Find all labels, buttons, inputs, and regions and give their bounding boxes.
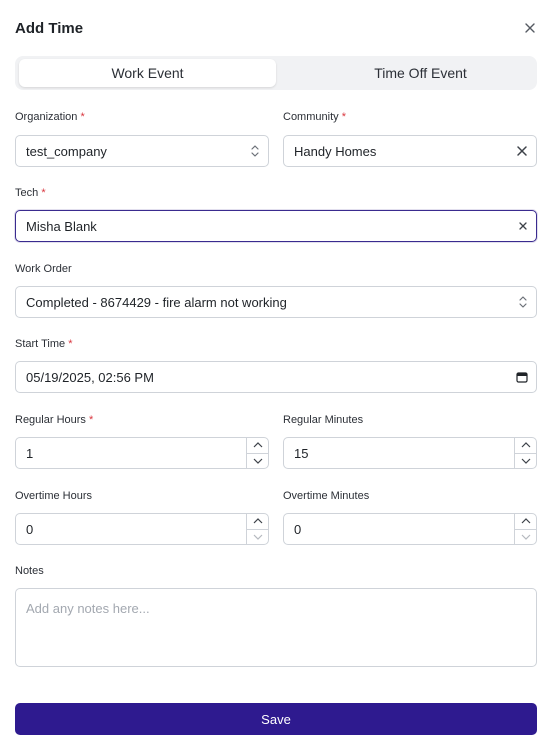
tab-time-off-event[interactable]: Time Off Event xyxy=(292,59,549,87)
chevron-down-icon xyxy=(253,458,262,464)
notes-label: Notes xyxy=(15,565,44,577)
regular-minutes-value: 15 xyxy=(294,445,309,461)
chevron-up-icon xyxy=(253,518,262,524)
tab-work-event[interactable]: Work Event xyxy=(19,59,276,87)
regular-minutes-stepper xyxy=(514,438,536,468)
work-order-value: Completed - 8674429 - fire alarm not wor… xyxy=(26,294,287,310)
chevron-up-icon xyxy=(253,442,262,448)
chevron-up-icon xyxy=(521,442,530,448)
tech-select[interactable]: Misha Blank xyxy=(15,210,537,242)
save-button[interactable]: Save xyxy=(15,703,537,735)
tech-value: Misha Blank xyxy=(26,218,97,234)
overtime-minutes-stepper xyxy=(514,514,536,544)
start-time-input[interactable]: 05/19/2025, 02:56 PM xyxy=(15,361,537,393)
dialog-title: Add Time xyxy=(15,20,84,37)
increment-button[interactable] xyxy=(515,514,536,529)
organization-select[interactable]: test_company xyxy=(15,135,269,167)
regular-minutes-label: Regular Minutes xyxy=(283,414,364,426)
overtime-minutes-value: 0 xyxy=(294,521,302,537)
community-label: Community * xyxy=(283,111,346,123)
clear-icon[interactable] xyxy=(516,145,528,157)
overtime-minutes-label: Overtime Minutes xyxy=(283,490,370,502)
organization-value: test_company xyxy=(26,143,107,159)
calendar-icon[interactable] xyxy=(516,371,528,383)
start-time-label: Start Time * xyxy=(15,338,73,350)
chevron-down-icon xyxy=(521,534,530,540)
event-type-tabs: Work Event Time Off Event xyxy=(15,56,537,90)
decrement-button[interactable] xyxy=(515,528,536,545)
overtime-hours-label: Overtime Hours xyxy=(15,490,93,502)
regular-minutes-input[interactable]: 15 xyxy=(283,437,537,469)
increment-button[interactable] xyxy=(247,514,268,529)
start-time-value: 05/19/2025, 02:56 PM xyxy=(26,369,154,385)
clear-icon[interactable] xyxy=(518,221,528,231)
close-icon[interactable] xyxy=(523,21,537,35)
work-order-select[interactable]: Completed - 8674429 - fire alarm not wor… xyxy=(15,286,537,318)
organization-label: Organization * xyxy=(15,111,85,123)
decrement-button[interactable] xyxy=(247,452,268,469)
chevron-up-icon xyxy=(521,518,530,524)
decrement-button[interactable] xyxy=(515,452,536,469)
overtime-minutes-input[interactable]: 0 xyxy=(283,513,537,545)
increment-button[interactable] xyxy=(515,438,536,453)
decrement-button[interactable] xyxy=(247,528,268,545)
chevron-down-icon xyxy=(253,534,262,540)
regular-hours-stepper xyxy=(246,438,268,468)
chevron-up-down-icon xyxy=(518,295,528,309)
overtime-hours-value: 0 xyxy=(26,521,34,537)
overtime-hours-stepper xyxy=(246,514,268,544)
regular-hours-label: Regular Hours * xyxy=(15,414,94,426)
tech-label: Tech * xyxy=(15,187,46,199)
overtime-hours-input[interactable]: 0 xyxy=(15,513,269,545)
notes-textarea[interactable] xyxy=(15,588,537,667)
community-value: Handy Homes xyxy=(294,143,377,159)
regular-hours-value: 1 xyxy=(26,445,34,461)
chevron-down-icon xyxy=(521,458,530,464)
chevron-up-down-icon xyxy=(250,144,260,158)
community-select[interactable]: Handy Homes xyxy=(283,135,537,167)
dialog-header: Add Time xyxy=(15,20,539,40)
regular-hours-input[interactable]: 1 xyxy=(15,437,269,469)
increment-button[interactable] xyxy=(247,438,268,453)
work-order-label: Work Order xyxy=(15,263,72,275)
